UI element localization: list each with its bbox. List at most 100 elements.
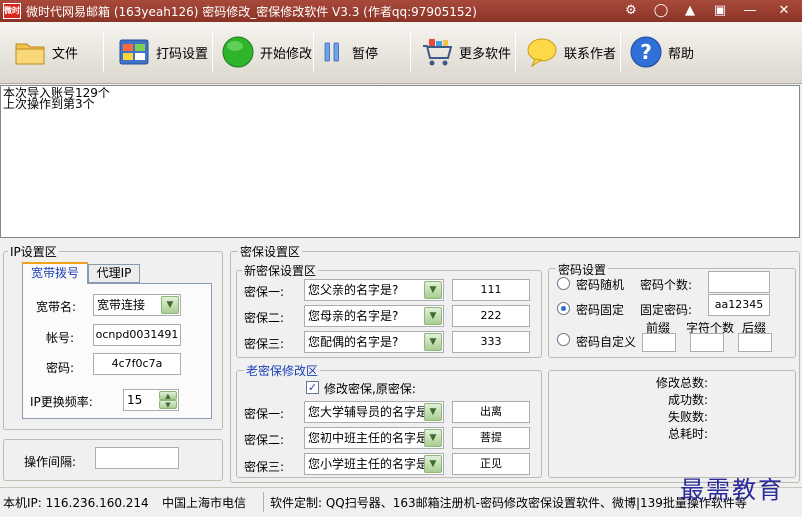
- suffix-input[interactable]: [738, 333, 772, 352]
- contact-author-button[interactable]: 联系作者: [526, 30, 616, 74]
- broadband-name-label: 宽带名:: [36, 300, 77, 314]
- window-title: 微时代网易邮箱 (163yeah126) 密码修改_密保修改软件 V3.3 (作…: [26, 5, 477, 19]
- svg-text:?: ?: [640, 40, 652, 64]
- spin-down-icon[interactable]: ▼: [159, 400, 177, 409]
- start-button[interactable]: 开始修改: [222, 30, 312, 74]
- password-fixed-radio[interactable]: [557, 302, 570, 315]
- folder-icon: [15, 43, 45, 65]
- old-q3-select[interactable]: 您小学班主任的名字是? ▼: [304, 453, 444, 475]
- chevron-down-icon: ▼: [424, 307, 442, 325]
- new-a3-input[interactable]: 333: [452, 331, 530, 353]
- pause-button[interactable]: 暂停: [322, 30, 378, 74]
- new-q3-select[interactable]: 您配偶的名字是? ▼: [304, 331, 444, 353]
- help-question-icon: ?: [630, 36, 662, 68]
- total-time-label: 总耗时:: [668, 427, 709, 441]
- more-software-button[interactable]: 更多软件: [421, 30, 511, 74]
- pause-label: 暂停: [352, 46, 379, 62]
- settings-gear-icon[interactable]: ⚙: [617, 0, 645, 22]
- interval-input[interactable]: [95, 447, 179, 469]
- new-q2-value: 您母亲的名字是?: [308, 309, 399, 323]
- spin-up-icon[interactable]: ▲: [159, 391, 177, 400]
- prefix-input[interactable]: [642, 333, 676, 352]
- new-q1-value: 您父亲的名字是?: [308, 283, 399, 297]
- file-label: 文件: [52, 46, 79, 62]
- ip-frequency-value: 15: [127, 393, 143, 407]
- fixed-password-label: 固定密码:: [640, 303, 693, 317]
- password-random-radio[interactable]: [557, 277, 570, 290]
- old-q3-label: 密保三:: [244, 460, 285, 474]
- chat-bubble-icon[interactable]: ◯: [647, 0, 675, 22]
- toolbar-divider: [515, 32, 516, 72]
- old-security-title: 老密保修改区: [244, 362, 321, 379]
- new-q2-select[interactable]: 您母亲的名字是? ▼: [304, 305, 444, 327]
- char-count-input[interactable]: [690, 333, 724, 352]
- start-label: 开始修改: [260, 46, 313, 62]
- speech-bubble-icon: [527, 38, 557, 68]
- modify-security-checkbox[interactable]: ✓: [306, 381, 319, 394]
- password-count-label: 密码个数:: [640, 278, 693, 292]
- new-q1-select[interactable]: 您父亲的名字是? ▼: [304, 279, 444, 301]
- green-circle-icon: [222, 36, 254, 68]
- password-custom-radio[interactable]: [557, 333, 570, 346]
- tab-broadband[interactable]: 宽带拨号: [22, 262, 88, 284]
- chevron-down-icon: ▼: [424, 455, 442, 473]
- chevron-down-icon: ▼: [424, 281, 442, 299]
- old-a1-input[interactable]: 出离: [452, 401, 530, 423]
- log-line: 本次导入账号129个: [3, 86, 110, 100]
- code-settings-icon: [119, 39, 149, 65]
- code-settings-label: 打码设置: [156, 46, 209, 62]
- broadband-name-value: 宽带连接: [97, 298, 146, 312]
- new-a1-input[interactable]: 111: [452, 279, 530, 301]
- modify-security-label: 修改密保,原密保:: [324, 382, 416, 396]
- more-software-label: 更多软件: [459, 46, 512, 62]
- interval-label: 操作间隔:: [24, 455, 77, 469]
- new-security-title: 新密保设置区: [242, 262, 319, 279]
- fixed-password-input[interactable]: aa12345: [708, 294, 770, 316]
- toolbar-divider: [313, 32, 314, 72]
- log-line: 上次操作到第3个: [3, 97, 95, 111]
- window-menu-icon[interactable]: ▣: [706, 0, 734, 22]
- app-logo-icon: 微时代: [3, 3, 21, 19]
- ip-frequency-label: IP更换频率:: [30, 395, 93, 409]
- new-q1-label: 密保一:: [244, 285, 285, 299]
- tshirt-skin-icon[interactable]: ▲: [676, 0, 704, 22]
- help-label: 帮助: [668, 46, 695, 62]
- success-count-label: 成功数:: [668, 393, 709, 407]
- password-input[interactable]: 4c7f0c7a: [93, 353, 181, 375]
- toolbar-divider: [410, 32, 411, 72]
- code-settings-button[interactable]: 打码设置: [118, 30, 208, 74]
- password-count-input[interactable]: [708, 271, 770, 293]
- old-q1-label: 密保一:: [244, 407, 285, 421]
- new-q3-value: 您配偶的名字是?: [308, 335, 399, 349]
- toolbar-divider: [103, 32, 104, 72]
- chevron-down-icon: ▼: [424, 403, 442, 421]
- toolbar-divider: [212, 32, 213, 72]
- password-custom-label: 密码自定义: [576, 335, 637, 349]
- old-q2-label: 密保二:: [244, 433, 285, 447]
- pause-icon: [324, 42, 339, 62]
- security-settings-title: 密保设置区: [238, 243, 303, 260]
- title-bar: 微时代 微时代网易邮箱 (163yeah126) 密码修改_密保修改软件 V3.…: [0, 0, 802, 22]
- minimize-icon[interactable]: —: [736, 0, 764, 22]
- old-q1-select[interactable]: 您大学辅导员的名字是? ▼: [304, 401, 444, 423]
- old-q2-select[interactable]: 您初中班主任的名字是? ▼: [304, 427, 444, 449]
- new-a2-input[interactable]: 222: [452, 305, 530, 327]
- ip-frequency-spinner[interactable]: 15 ▲ ▼: [123, 389, 179, 411]
- close-icon[interactable]: ✕: [768, 0, 800, 22]
- log-textarea[interactable]: 本次导入账号129个 上次操作到第3个: [0, 85, 800, 238]
- chevron-down-icon: ▼: [424, 333, 442, 351]
- toolbar: 文件 打码设置 开始修改 暂停 更多软件 联系作者 ? 帮助: [0, 22, 802, 84]
- old-a2-input[interactable]: 菩提: [452, 427, 530, 449]
- account-input[interactable]: ocnpd0031491: [93, 324, 181, 346]
- ip-settings-title: IP设置区: [8, 243, 59, 260]
- file-button[interactable]: 文件: [14, 30, 78, 74]
- local-ip-status: 本机IP: 116.236.160.214: [3, 496, 149, 510]
- status-divider: [263, 492, 264, 512]
- broadband-name-select[interactable]: 宽带连接 ▼: [93, 294, 181, 316]
- old-a3-input[interactable]: 正见: [452, 453, 530, 475]
- fail-count-label: 失败数:: [668, 410, 709, 424]
- tab-proxy-ip[interactable]: 代理IP: [88, 264, 140, 283]
- isp-status: 中国上海市电信: [162, 496, 247, 510]
- help-button[interactable]: ? 帮助: [630, 30, 694, 74]
- old-q1-value: 您大学辅导员的名字是?: [308, 405, 435, 419]
